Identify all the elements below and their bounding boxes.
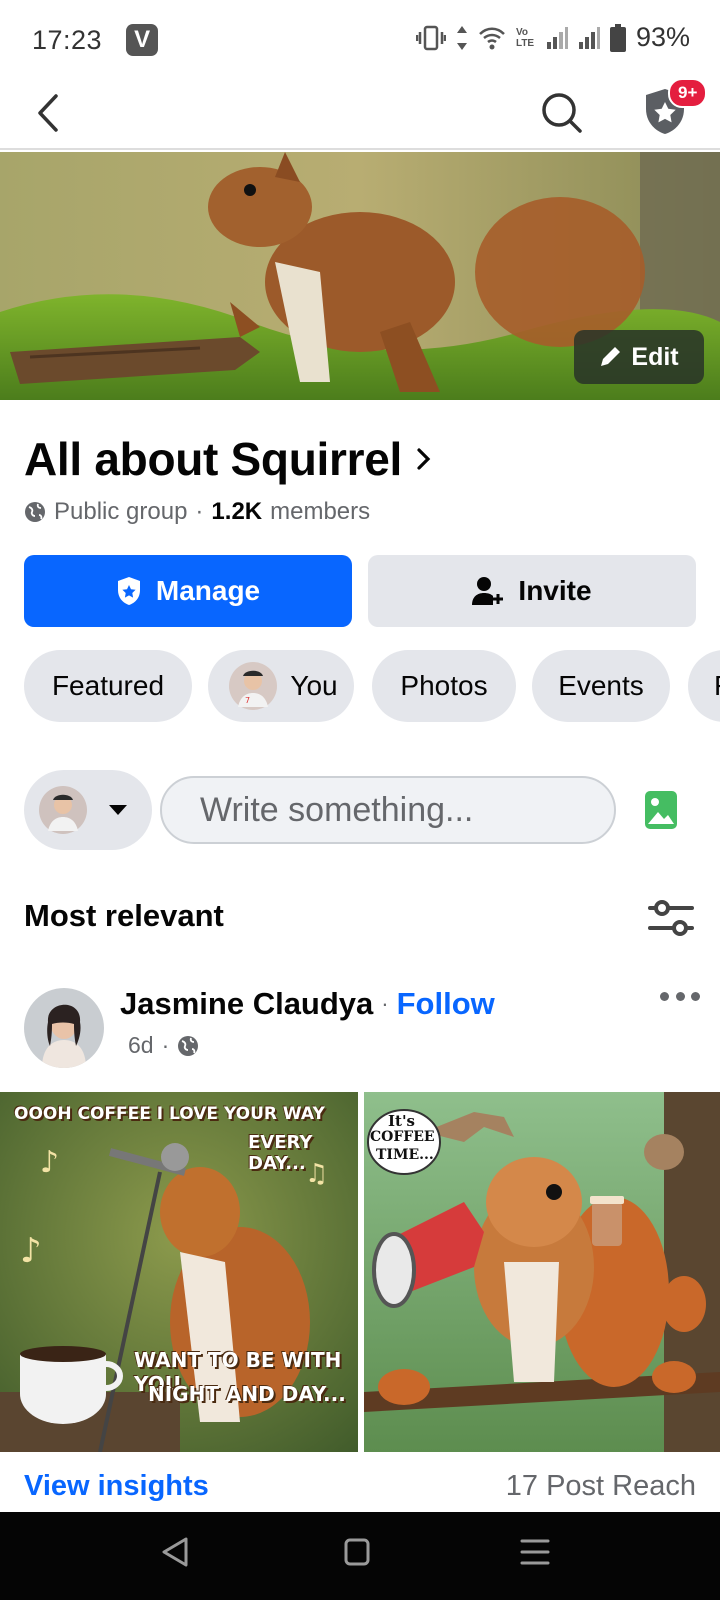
music-note-icon: ♪ bbox=[20, 1231, 42, 1271]
search-button[interactable] bbox=[538, 86, 586, 140]
music-note-icon: ♪ bbox=[40, 1145, 59, 1180]
post-meta: 6d · bbox=[128, 1032, 199, 1059]
post-reach: 17 Post Reach bbox=[505, 1470, 696, 1502]
write-something-input[interactable]: Write something... bbox=[160, 776, 616, 844]
system-nav-bar bbox=[0, 1512, 720, 1600]
shield-icon bbox=[117, 577, 140, 605]
signal-2-icon bbox=[578, 26, 600, 49]
group-meta: Public group · 1.2K members bbox=[24, 498, 370, 526]
post-as-selector[interactable] bbox=[24, 770, 152, 850]
more-dot bbox=[675, 991, 685, 1001]
more-dot bbox=[691, 991, 700, 1001]
group-title-link[interactable]: All about Squirrel bbox=[24, 432, 432, 486]
group-privacy: Public group bbox=[54, 498, 188, 525]
svg-text:7: 7 bbox=[245, 696, 250, 705]
post-author-name[interactable]: Jasmine Claudya bbox=[120, 986, 373, 1022]
status-icons: Vo LTE 93% bbox=[415, 22, 690, 53]
square-home-icon bbox=[344, 1538, 370, 1566]
tab-label: Photos bbox=[400, 670, 488, 701]
chevron-right-icon bbox=[417, 448, 431, 470]
avatar bbox=[24, 988, 104, 1068]
group-tabs: Featured 7 You Photos Events F bbox=[24, 650, 720, 724]
invite-label: Invite bbox=[518, 575, 592, 606]
edit-cover-button[interactable]: Edit bbox=[574, 330, 704, 384]
post-image-megaphone-squirrel[interactable]: It's COFFEE TIME... bbox=[364, 1092, 720, 1452]
volte-label: Vo LTE bbox=[515, 26, 535, 49]
globe-icon bbox=[25, 502, 45, 522]
system-home-button[interactable] bbox=[344, 1538, 380, 1574]
tab-label: Featured bbox=[51, 670, 165, 701]
sliders-icon bbox=[648, 900, 694, 936]
add-person-icon bbox=[472, 577, 504, 605]
system-back-button[interactable] bbox=[160, 1536, 200, 1576]
follow-button[interactable]: Follow bbox=[397, 986, 495, 1022]
manage-button[interactable]: Manage bbox=[24, 555, 352, 627]
user-avatar-icon: 7 bbox=[229, 662, 278, 710]
image-caption: NIGHT AND DAY... bbox=[148, 1382, 346, 1406]
group-name: All about Squirrel bbox=[24, 433, 402, 485]
globe-icon bbox=[178, 1035, 199, 1056]
data-arrows-icon bbox=[456, 25, 467, 50]
meta-separator: · bbox=[161, 1032, 170, 1058]
back-button[interactable] bbox=[28, 88, 68, 138]
tab-label: F bbox=[714, 670, 720, 702]
post-age[interactable]: 6d bbox=[128, 1032, 154, 1059]
tab-featured[interactable]: Featured bbox=[24, 650, 192, 722]
sort-label[interactable]: Most relevant bbox=[24, 898, 224, 934]
wifi-icon bbox=[479, 27, 505, 49]
add-photo-button[interactable] bbox=[644, 790, 678, 830]
triangle-back-icon bbox=[162, 1537, 188, 1567]
menu-lines-icon bbox=[520, 1539, 550, 1565]
system-recents-button[interactable] bbox=[520, 1538, 560, 1574]
speech-bubble-text: It's bbox=[388, 1112, 415, 1130]
post-author-row: Jasmine Claudya · Follow bbox=[120, 986, 495, 1022]
edit-label: Edit bbox=[631, 342, 679, 371]
tab-photos[interactable]: Photos bbox=[372, 650, 516, 722]
manage-label: Manage bbox=[155, 575, 261, 606]
search-icon bbox=[542, 93, 582, 133]
avatar bbox=[39, 786, 87, 834]
author-separator: · bbox=[381, 991, 389, 1016]
post-image-singing-squirrel[interactable]: ♪ ♪ ♫ OOOH COFFEE I LOVE YOUR WAY EVERY … bbox=[0, 1092, 358, 1452]
more-dot bbox=[660, 991, 669, 1001]
image-caption: OOOH COFFEE I LOVE YOUR WAY bbox=[14, 1104, 325, 1124]
meta-separator: · bbox=[195, 498, 204, 525]
members-label[interactable]: members bbox=[270, 498, 370, 526]
status-bar: 17:23 V Vo LTE 93% bbox=[0, 0, 720, 80]
pencil-icon bbox=[601, 347, 621, 366]
caret-down-icon bbox=[109, 805, 127, 815]
tab-events[interactable]: Events bbox=[532, 650, 670, 722]
post-author-avatar[interactable] bbox=[24, 988, 104, 1068]
megaphone-squirrel-image bbox=[364, 1092, 720, 1452]
composer-placeholder: Write something... bbox=[200, 790, 474, 829]
tab-label: Events bbox=[558, 670, 644, 701]
speech-bubble-text: TIME... bbox=[376, 1147, 434, 1163]
photo-icon bbox=[645, 791, 677, 829]
status-time: 17:23 bbox=[32, 24, 103, 55]
app-notification-icon: V bbox=[126, 24, 159, 56]
top-nav bbox=[0, 80, 720, 150]
invite-button[interactable]: Invite bbox=[368, 555, 696, 627]
battery-icon bbox=[609, 23, 626, 52]
chevron-left-icon bbox=[38, 94, 58, 132]
image-caption: EVERY DAY... bbox=[248, 1132, 313, 1174]
signal-1-icon bbox=[546, 26, 568, 49]
post-more-options-button[interactable] bbox=[660, 984, 700, 1008]
filter-button[interactable] bbox=[648, 898, 694, 938]
vibrate-icon bbox=[415, 25, 446, 50]
notification-count-badge: 9+ bbox=[668, 78, 708, 108]
speech-bubble-text: COFFEE bbox=[370, 1129, 435, 1145]
tab-you[interactable]: 7 You bbox=[208, 650, 354, 722]
members-count[interactable]: 1.2K bbox=[211, 498, 262, 526]
tab-more[interactable]: F bbox=[688, 650, 720, 722]
view-insights-link[interactable]: View insights bbox=[24, 1470, 209, 1503]
tab-label: You bbox=[290, 670, 338, 701]
battery-percent: 93% bbox=[635, 22, 690, 52]
